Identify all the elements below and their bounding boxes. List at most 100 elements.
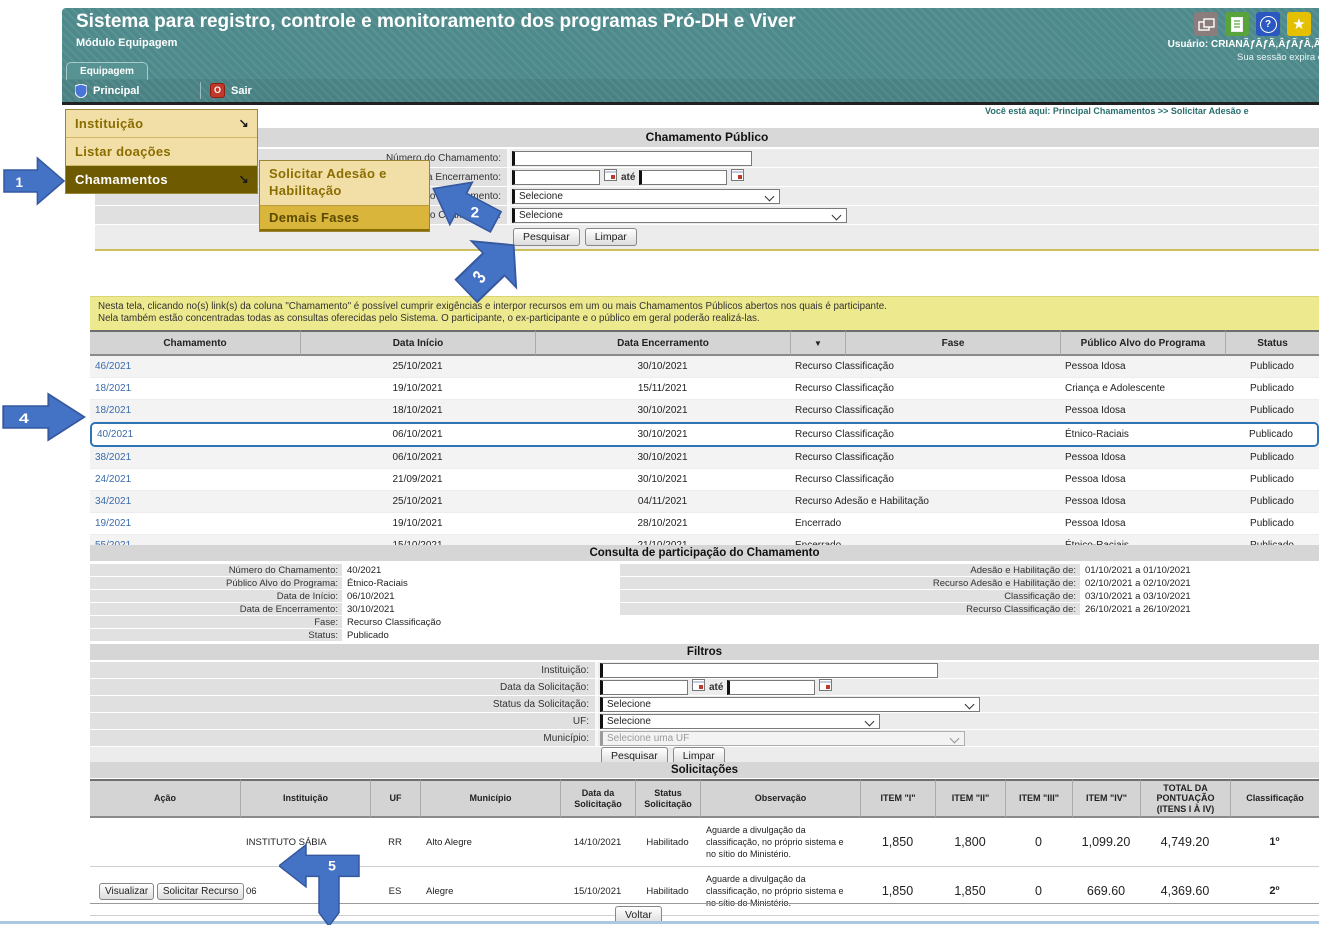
chamamentos-submenu: Solicitar Adesão e Habilitação Demais Fa…: [259, 160, 430, 232]
calendar-icon[interactable]: [692, 678, 705, 696]
cell-item-1: 1,850: [860, 867, 935, 916]
publico-alvo-select[interactable]: Selecione: [512, 208, 847, 223]
col-fase[interactable]: Fase: [845, 330, 1060, 356]
cell-encerramento: 28/10/2021: [535, 513, 790, 535]
app-header: Sistema para registro, controle e monito…: [62, 8, 1319, 105]
col-item-1: ITEM "I": [860, 779, 935, 818]
status-solicitacao-label: Status da Solicitação:: [90, 696, 598, 712]
uf-select[interactable]: Selecione: [600, 714, 880, 729]
detail-label: Público Alvo do Programa:: [90, 577, 342, 589]
chamamento-link[interactable]: 19/2021: [95, 518, 131, 529]
uf-value: Selecione: [607, 716, 651, 727]
help-icon[interactable]: ?: [1256, 12, 1280, 36]
detail-value: Publicado: [342, 630, 389, 641]
col-status-solicitacao: Status Solicitação: [635, 779, 700, 818]
cell-publico: Pessoa Idosa: [1060, 356, 1225, 378]
detail-label: Recurso Classificação de:: [620, 603, 1080, 615]
cell-classificacao: 2º: [1230, 867, 1319, 916]
col-municipio: Município: [420, 779, 560, 818]
chamamento-link[interactable]: 40/2021: [97, 429, 133, 440]
app-title: Sistema para registro, controle e monito…: [76, 11, 796, 33]
chamamento-link[interactable]: 18/2021: [95, 405, 131, 416]
exit-icon: O: [210, 83, 225, 98]
sort-indicator-icon[interactable]: ▼: [790, 330, 845, 356]
star-glyph: ★: [1292, 17, 1305, 32]
cell-item-4: 669.60: [1072, 867, 1140, 916]
data-solicitacao-ate-input[interactable]: [727, 680, 815, 695]
cell-item-3: 0: [1005, 867, 1072, 916]
status-chamamento-select[interactable]: Selecione: [512, 189, 780, 204]
menu-item-solicitar-adesao[interactable]: Solicitar Adesão e Habilitação: [260, 161, 429, 205]
cell-inicio: 18/10/2021: [300, 400, 535, 422]
menu-item-chamamentos[interactable]: Chamamentos ↘: [66, 166, 257, 193]
limpar-button[interactable]: Limpar: [585, 228, 637, 246]
publico-alvo-value: Selecione: [519, 210, 563, 221]
menu-item-instituicao[interactable]: Instituição ↘: [66, 110, 257, 138]
windows-icon[interactable]: [1194, 12, 1218, 36]
col-observacao: Observação: [700, 779, 860, 818]
visualizar-button[interactable]: Visualizar: [99, 883, 154, 900]
cell-encerramento: 30/10/2021: [535, 469, 790, 491]
menu-separator: [200, 82, 201, 99]
status-solicitacao-select[interactable]: Selecione: [600, 697, 980, 712]
chamamento-link[interactable]: 24/2021: [95, 474, 131, 485]
chamamento-link[interactable]: 38/2021: [95, 452, 131, 463]
detail-value: 01/10/2021 a 01/10/2021: [1080, 565, 1191, 576]
menu-principal[interactable]: Principal: [75, 79, 139, 102]
data-solicitacao-de-input[interactable]: [600, 680, 688, 695]
document-icon[interactable]: [1225, 12, 1249, 36]
cell-observacao: Aguarde a divulgação da classificação, n…: [700, 818, 860, 867]
calendar-icon[interactable]: [604, 168, 617, 186]
detail-value: 40/2021: [342, 565, 381, 576]
detail-value: Recurso Classificação: [342, 617, 441, 628]
session-expiry-label: Sua sessão expira em: [1237, 52, 1319, 63]
detail-label: Status:: [90, 629, 342, 641]
cell-uf: ES: [370, 867, 420, 916]
cell-municipio: Alegre: [420, 867, 560, 916]
numero-chamamento-input[interactable]: [512, 151, 752, 166]
chamamento-link[interactable]: 34/2021: [95, 496, 131, 507]
shield-icon: [75, 84, 87, 98]
col-publico-alvo[interactable]: Público Alvo do Programa: [1060, 330, 1225, 356]
calendar-icon[interactable]: [819, 678, 832, 696]
svg-text:2: 2: [470, 205, 479, 222]
tab-equipagem[interactable]: Equipagem: [66, 62, 148, 80]
col-item-3: ITEM "III": [1005, 779, 1072, 818]
table-row-highlighted: 40/202106/10/202130/10/2021Recurso Class…: [90, 422, 1319, 447]
menu-sair-label: Sair: [231, 85, 252, 97]
cell-item-1: 1,850: [860, 818, 935, 867]
chamamento-link[interactable]: 46/2021: [95, 361, 131, 372]
pesquisar-button[interactable]: Pesquisar: [513, 228, 580, 246]
cell-inicio: 25/10/2021: [300, 491, 535, 513]
chevron-down-icon: [765, 191, 775, 201]
detail-label: Fase:: [90, 616, 342, 628]
menu-item-demais-fases[interactable]: Demais Fases: [260, 205, 429, 231]
table-row: 18/202119/10/202115/11/2021Recurso Class…: [90, 378, 1319, 400]
menu-sair[interactable]: O Sair: [210, 79, 252, 102]
instituicao-input[interactable]: [600, 663, 938, 678]
cell-fase: Recurso Classificação: [790, 422, 1060, 447]
menu-item-listar-doacoes[interactable]: Listar doações: [66, 138, 257, 166]
cell-status: Publicado: [1225, 378, 1319, 400]
cell-status: Publicado: [1225, 356, 1319, 378]
municipio-select[interactable]: Selecione uma UF: [600, 731, 965, 746]
star-icon[interactable]: ★: [1287, 12, 1311, 36]
filtros-title: Filtros: [90, 644, 1319, 660]
svg-text:1: 1: [16, 175, 24, 190]
cell-publico: Pessoa Idosa: [1060, 491, 1225, 513]
col-data-encerramento[interactable]: Data Encerramento: [535, 330, 790, 356]
col-chamamento[interactable]: Chamamento: [90, 330, 300, 356]
footer-divider: [90, 903, 1319, 904]
data-encerramento-ate-input[interactable]: [639, 170, 727, 185]
header-icons: ? ★: [1194, 12, 1311, 36]
col-classificacao: Classificação: [1230, 779, 1319, 818]
cell-fase: Recurso Classificação: [790, 400, 1060, 422]
chevron-down-icon: [832, 210, 842, 220]
data-encerramento-de-input[interactable]: [512, 170, 600, 185]
col-status[interactable]: Status: [1225, 330, 1319, 356]
col-data-inicio[interactable]: Data Início: [300, 330, 535, 356]
cell-publico: Pessoa Idosa: [1060, 513, 1225, 535]
calendar-icon[interactable]: [731, 168, 744, 186]
solicitar-recurso-button[interactable]: Solicitar Recurso: [157, 883, 245, 900]
chamamento-link[interactable]: 18/2021: [95, 383, 131, 394]
